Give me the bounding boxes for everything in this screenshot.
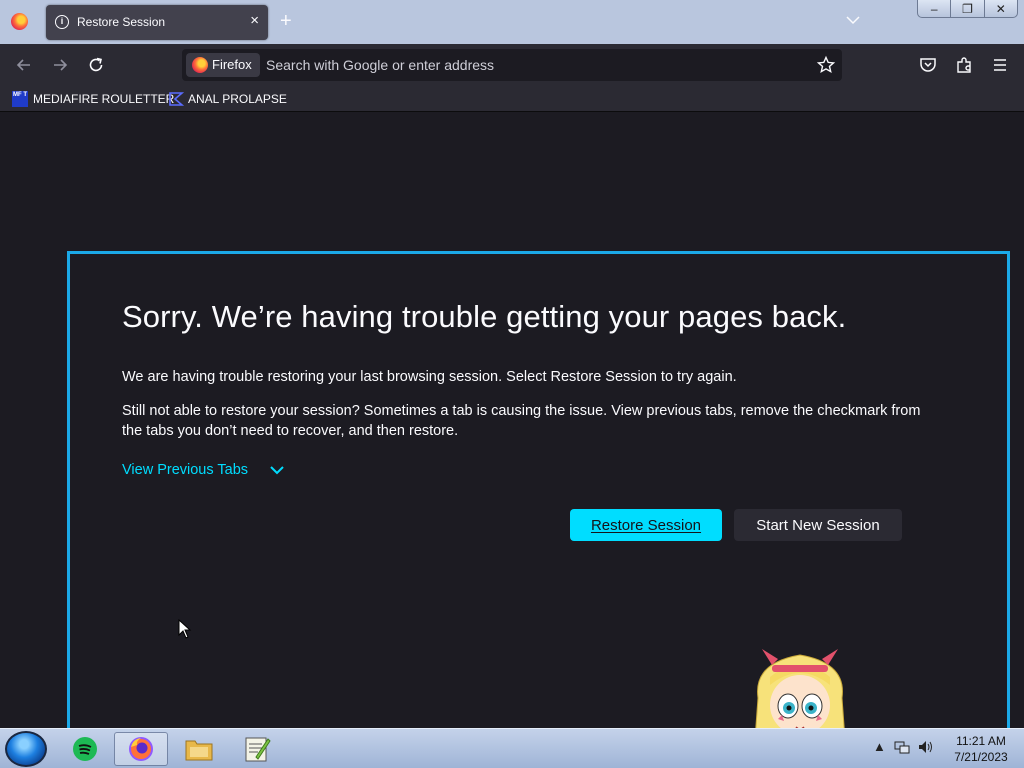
restore-down-button[interactable]: ❐ [950, 0, 983, 17]
identity-box[interactable]: Firefox [186, 53, 260, 77]
window-controls: – ❐ ✕ [917, 0, 1018, 18]
list-all-tabs-icon[interactable] [845, 12, 861, 28]
restore-session-button[interactable]: Restore Session [570, 509, 722, 541]
bookmark-label: ANAL PROLAPSE [188, 92, 287, 106]
menu-icon[interactable] [990, 55, 1010, 75]
bookmark-star-icon[interactable] [816, 55, 836, 75]
firefox-icon [192, 57, 208, 73]
mouse-cursor-icon [178, 619, 192, 639]
address-input[interactable] [266, 49, 806, 81]
taskbar-clock[interactable]: 11:21 AM 7/21/2023 [946, 733, 1016, 765]
navigation-toolbar: Firefox [0, 44, 1024, 86]
error-message: We are having trouble restoring your las… [122, 369, 737, 385]
identity-label: Firefox [212, 57, 252, 72]
firefox-app-icon[interactable] [11, 13, 28, 30]
extensions-icon[interactable] [954, 55, 974, 75]
start-button[interactable] [5, 731, 47, 767]
notepad-plus-taskbar-button[interactable] [230, 732, 284, 766]
tab-title: Restore Session [77, 15, 166, 29]
tab-restore-session[interactable]: i Restore Session × [46, 5, 268, 40]
minimize-button[interactable]: – [918, 0, 950, 17]
back-icon[interactable] [14, 55, 34, 75]
notepad-plus-icon [245, 737, 271, 762]
show-hidden-icons-icon[interactable]: ▲ [873, 739, 886, 754]
pocket-icon[interactable] [918, 55, 938, 75]
spotify-taskbar-button[interactable] [58, 732, 112, 766]
taskbar: ▲ 11:21 AM 7/21/2023 [0, 728, 1024, 768]
forward-icon[interactable] [50, 55, 70, 75]
system-tray: ▲ [873, 739, 934, 754]
url-bar[interactable]: Firefox [182, 49, 842, 81]
clock-date: 7/21/2023 [954, 750, 1008, 764]
new-tab-button[interactable]: + [280, 10, 292, 32]
bookmark-favicon-icon [169, 92, 184, 106]
bookmark-anal-prolapse[interactable]: ANAL PROLAPSE [168, 90, 287, 108]
spotify-icon [73, 737, 97, 761]
clock-time: 11:21 AM [956, 734, 1006, 748]
page-title: Sorry. We’re having trouble getting your… [122, 299, 847, 334]
firefox-icon [129, 737, 153, 761]
file-explorer-taskbar-button[interactable] [172, 732, 226, 766]
tab-close-button[interactable]: × [250, 13, 259, 29]
view-previous-tabs-label: View Previous Tabs [122, 462, 249, 478]
mediafire-icon: MF T [12, 91, 28, 107]
file-explorer-icon [185, 740, 213, 761]
reload-icon[interactable] [86, 55, 106, 75]
network-icon[interactable] [894, 740, 910, 754]
bookmarks-toolbar: MF T MEDIAFIRE ROULETTER ANAL PROLAPSE [0, 86, 1024, 112]
volume-icon[interactable] [918, 740, 934, 754]
view-previous-tabs-toggle[interactable]: View Previous Tabs [122, 462, 286, 478]
info-icon: i [55, 15, 69, 29]
page-content: Sorry. We’re having trouble getting your… [0, 113, 1024, 768]
title-bar: i Restore Session × + – ❐ ✕ [0, 0, 1024, 44]
chevron-down-icon [270, 466, 284, 475]
bookmark-mediafire-rouletter[interactable]: MF T MEDIAFIRE ROULETTER [12, 90, 174, 108]
firefox-taskbar-button[interactable] [114, 732, 168, 766]
close-window-button[interactable]: ✕ [983, 0, 1017, 17]
error-help-text: Still not able to restore your session? … [122, 403, 921, 439]
bookmark-label: MEDIAFIRE ROULETTER [33, 92, 175, 106]
start-new-session-button[interactable]: Start New Session [734, 509, 902, 541]
